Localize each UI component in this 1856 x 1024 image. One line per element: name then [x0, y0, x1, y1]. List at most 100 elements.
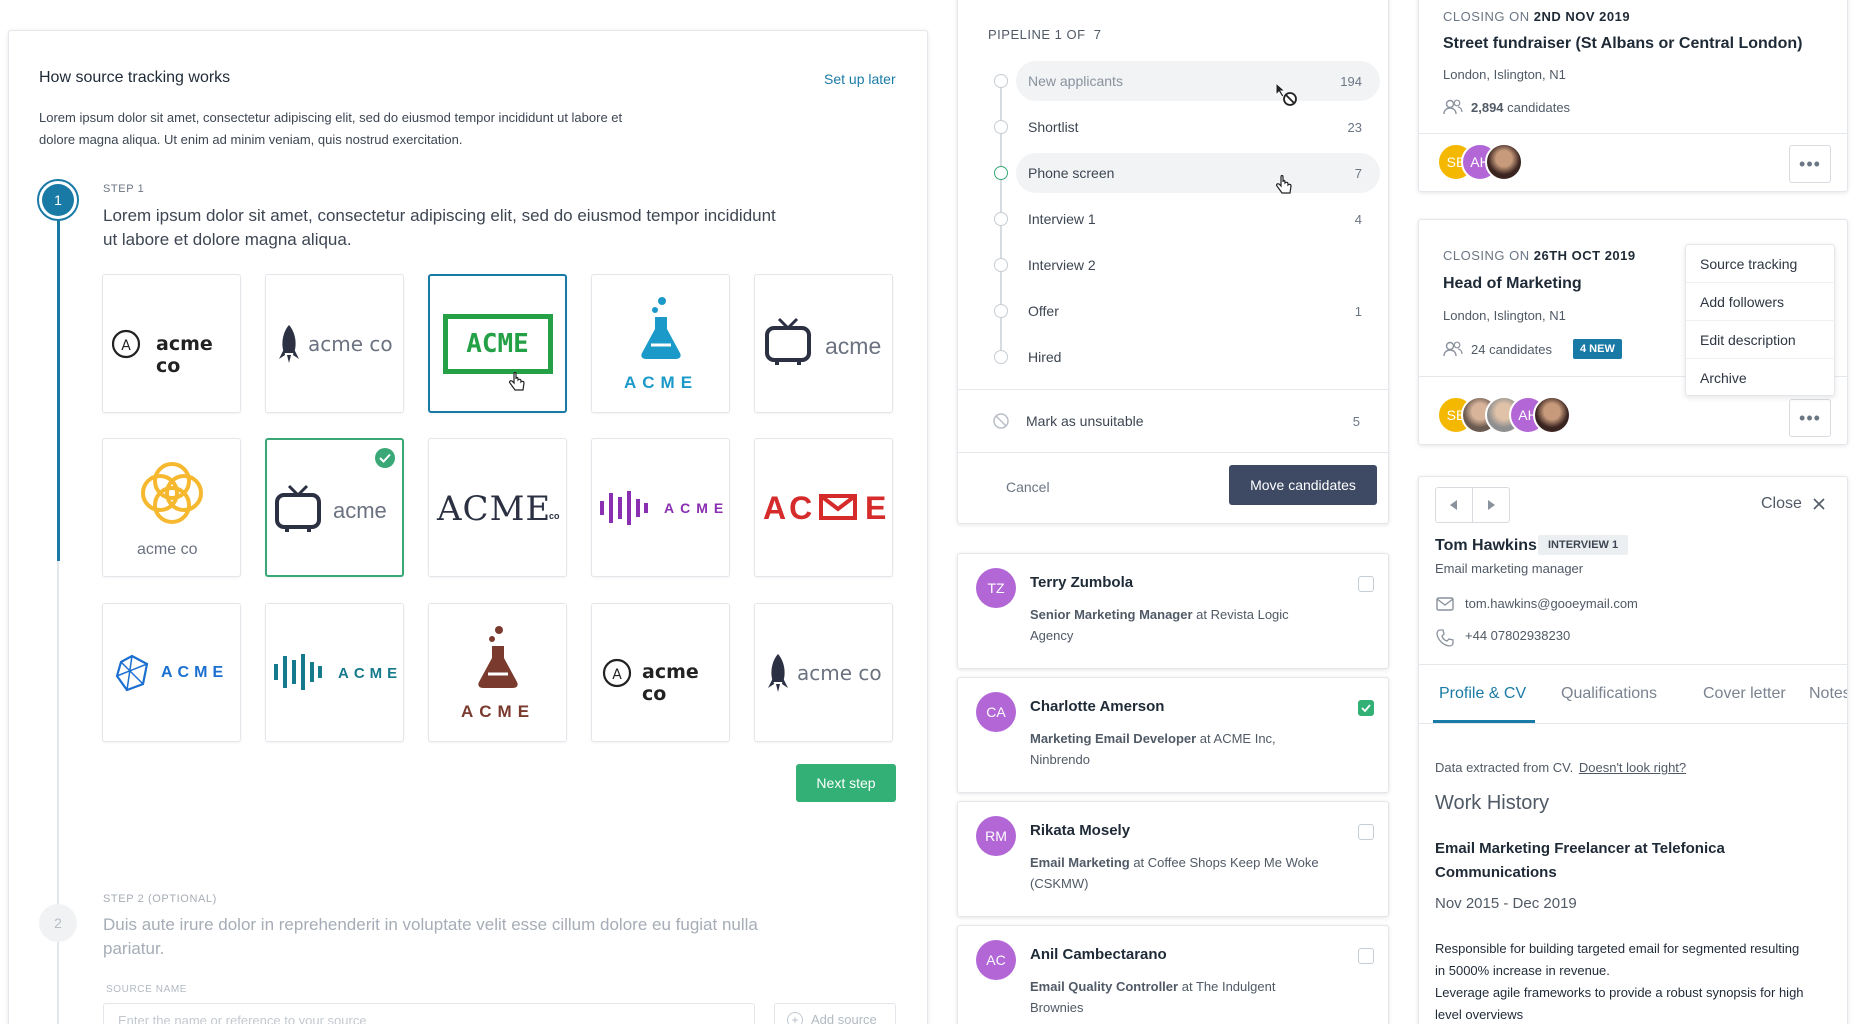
- stage-count: 1: [1354, 303, 1362, 319]
- logo-8-sup: co: [549, 511, 560, 521]
- candidate-card[interactable]: RM Rikata Mosely Email Marketing at Coff…: [957, 801, 1389, 917]
- stage-count: 194: [1340, 73, 1362, 89]
- stage-new-applicants[interactable]: New applicants 194: [1016, 61, 1380, 101]
- profile-email[interactable]: tom.hawkins@gooeymail.com: [1465, 596, 1638, 611]
- job-entry-title-line-1: Email Marketing Freelancer at Telefonica: [1435, 840, 1725, 857]
- candidate-role: Marketing Email Developer at ACME Inc, N…: [1030, 728, 1350, 770]
- logo-option-14[interactable]: A acme co: [591, 603, 730, 742]
- stage-offer[interactable]: Offer 1: [1016, 291, 1380, 331]
- extracted-note: Data extracted from CV. Doesn't look rig…: [1435, 760, 1686, 775]
- job-title[interactable]: Head of Marketing: [1443, 275, 1582, 293]
- logo-option-10[interactable]: AC E: [754, 438, 893, 577]
- stage-name: Phone screen: [1028, 165, 1115, 181]
- candidate-count-label: candidates: [1507, 100, 1571, 115]
- closing-date-value: 2ND NOV 2019: [1533, 9, 1631, 24]
- people-icon: [1443, 341, 1463, 357]
- logo-option-12[interactable]: ACME: [265, 603, 404, 742]
- candidate-card[interactable]: TZ Terry Zumbola Senior Marketing Manage…: [957, 553, 1389, 669]
- tab-cover-letter[interactable]: Cover letter: [1703, 685, 1786, 703]
- logo-option-15[interactable]: acme co: [754, 603, 893, 742]
- work-history-heading: Work History: [1435, 792, 1550, 814]
- envelope-m-icon: [819, 494, 857, 520]
- candidate-name: Terry Zumbola: [1030, 574, 1134, 591]
- stage-shortlist[interactable]: Shortlist 23: [1016, 107, 1380, 147]
- candidate-card[interactable]: AC Anil Cambectarano Email Quality Contr…: [957, 925, 1389, 1024]
- stage-name: Mark as unsuitable: [1026, 413, 1144, 429]
- flask-icon: [641, 297, 681, 359]
- closing-date-value: 26TH OCT 2019: [1533, 248, 1636, 263]
- profile-title: Email marketing manager: [1435, 561, 1584, 576]
- logo-option-4[interactable]: ACME: [591, 274, 730, 413]
- logo-option-2[interactable]: acme co: [265, 274, 404, 413]
- job-card[interactable]: CLOSING ON 2ND NOV 2019 Street fundraise…: [1418, 0, 1848, 192]
- role-title: Email Marketing: [1030, 855, 1130, 870]
- move-candidates-button[interactable]: Move candidates: [1229, 465, 1377, 505]
- stage-mark-unsuitable[interactable]: Mark as unsuitable 5: [1014, 401, 1378, 441]
- tab-qualifications[interactable]: Qualifications: [1561, 685, 1657, 703]
- logo-9-text: ACME: [664, 500, 730, 516]
- logo-6-text: acme co: [137, 541, 198, 558]
- logo-1-text: acme co: [156, 333, 213, 377]
- menu-item-add-followers[interactable]: Add followers: [1686, 283, 1836, 321]
- caret-left-icon: [1450, 500, 1457, 510]
- tab-notes[interactable]: Notes & ac: [1809, 685, 1847, 703]
- logo-option-7[interactable]: acme: [265, 438, 404, 577]
- sound-bars-icon: [600, 491, 648, 525]
- stage-interview-2[interactable]: Interview 2: [1016, 245, 1380, 285]
- logo-option-13[interactable]: ACME: [428, 603, 567, 742]
- job-title[interactable]: Street fundraiser (St Albans or Central …: [1443, 35, 1802, 53]
- menu-item-edit-description[interactable]: Edit description: [1686, 321, 1836, 359]
- rocket-icon: [279, 325, 299, 363]
- select-checkbox[interactable]: [1358, 576, 1374, 592]
- next-button[interactable]: [1472, 487, 1510, 523]
- select-checkbox[interactable]: [1358, 948, 1374, 964]
- job-card[interactable]: CLOSING ON 26TH OCT 2019 Head of Marketi…: [1418, 219, 1848, 445]
- stage-name: New applicants: [1028, 73, 1123, 89]
- source-name-input[interactable]: Enter the name or reference to your sour…: [103, 1003, 755, 1024]
- more-options-button[interactable]: •••: [1789, 399, 1831, 437]
- logo-option-5[interactable]: acme: [754, 274, 893, 413]
- select-checkbox-checked[interactable]: [1358, 700, 1374, 716]
- set-up-later-link[interactable]: Set up later: [824, 71, 896, 87]
- logo-option-11[interactable]: ACME: [102, 603, 241, 742]
- role-at: at: [1199, 731, 1211, 746]
- role-company-line-2: (CSKMW): [1030, 876, 1089, 891]
- tabs-divider: [1419, 723, 1847, 724]
- people-icon: [1443, 99, 1463, 115]
- hand-cursor-icon: [509, 372, 525, 391]
- logo-option-6[interactable]: acme co: [102, 438, 241, 577]
- tab-profile-cv[interactable]: Profile & CV: [1439, 685, 1526, 703]
- logo-option-1[interactable]: A acme co: [102, 274, 241, 413]
- role-title: Marketing Email Developer: [1030, 731, 1197, 746]
- step-1-label: STEP 1: [103, 183, 145, 195]
- job-options-menu: Source tracking Add followers Edit descr…: [1685, 244, 1836, 397]
- stage-interview-1[interactable]: Interview 1 4: [1016, 199, 1380, 239]
- cancel-button[interactable]: Cancel: [1006, 479, 1050, 495]
- close-button[interactable]: Close: [1761, 495, 1826, 513]
- menu-item-archive[interactable]: Archive: [1686, 359, 1836, 397]
- select-checkbox[interactable]: [1358, 824, 1374, 840]
- stage-hired[interactable]: Hired: [1016, 337, 1380, 377]
- candidate-card[interactable]: CA Charlotte Amerson Marketing Email Dev…: [957, 677, 1389, 793]
- stage-dot: [994, 258, 1008, 272]
- more-options-button[interactable]: •••: [1789, 145, 1831, 183]
- avatar: AC: [976, 940, 1016, 980]
- stage-phone-screen[interactable]: Phone screen 7: [1016, 153, 1380, 193]
- prev-button[interactable]: [1435, 487, 1473, 523]
- next-step-button[interactable]: Next step: [796, 764, 896, 802]
- card-title: How source tracking works: [39, 69, 231, 86]
- candidate-count-number: 2,894: [1471, 100, 1504, 115]
- candidate-profile-panel: Close Tom Hawkins INTERVIEW 1 Email mark…: [1418, 476, 1848, 1024]
- profile-phone[interactable]: +44 07802938230: [1465, 628, 1570, 643]
- logo-option-3[interactable]: ACME: [428, 274, 567, 413]
- job-location: London, Islington, N1: [1443, 308, 1566, 323]
- logo-option-9[interactable]: ACME: [591, 438, 730, 577]
- stage-dot: [994, 212, 1008, 226]
- divider: [1419, 133, 1847, 134]
- role-company: Coffee Shops Keep Me Woke: [1147, 855, 1319, 870]
- menu-item-source-tracking[interactable]: Source tracking: [1686, 245, 1836, 283]
- doesnt-look-right-link[interactable]: Doesn't look right?: [1579, 760, 1686, 775]
- logo-option-8[interactable]: ACME co: [428, 438, 567, 577]
- add-source-button[interactable]: + Add source: [774, 1003, 896, 1024]
- step-2-label: STEP 2 (OPTIONAL): [103, 893, 217, 905]
